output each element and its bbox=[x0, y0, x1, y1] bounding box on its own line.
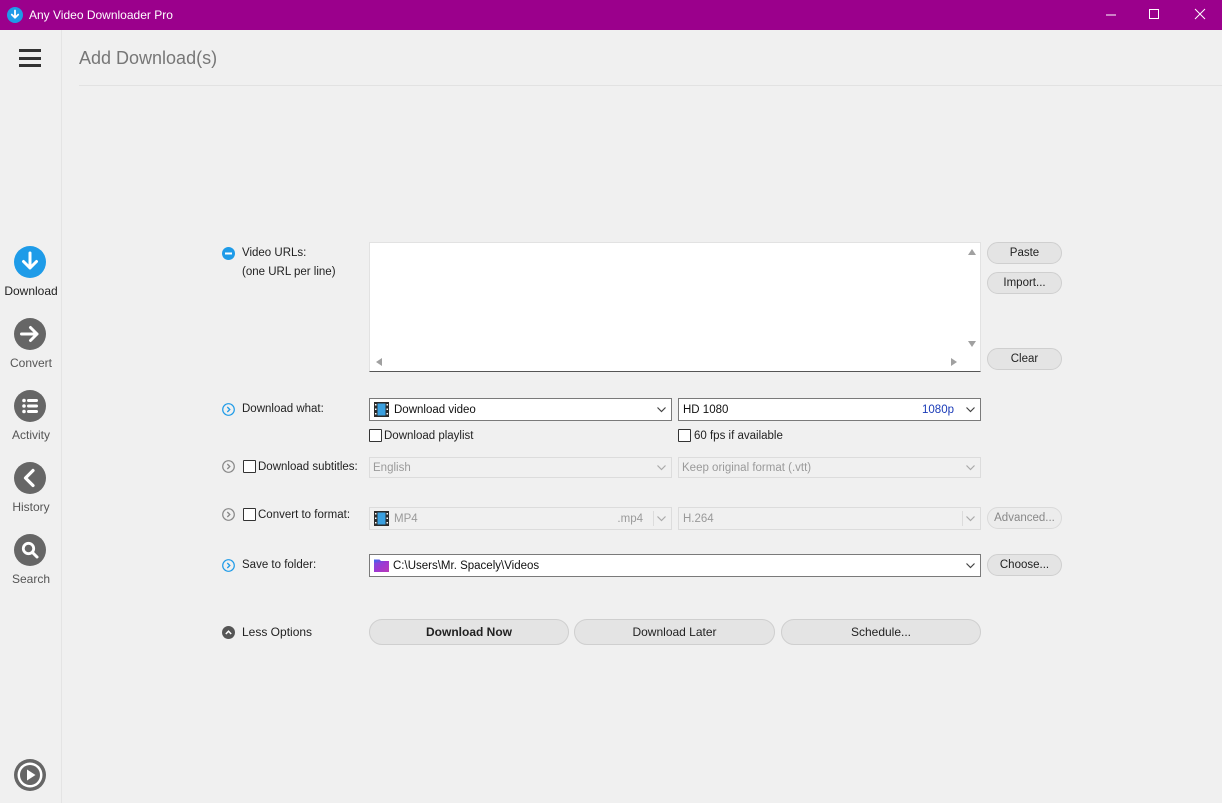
sidebar-item-label: Activity bbox=[11, 428, 50, 442]
close-icon bbox=[1194, 8, 1206, 20]
expand-icon[interactable] bbox=[222, 460, 235, 473]
subtitle-format-select[interactable]: Keep original format (.vtt) bbox=[678, 457, 981, 478]
sidebar-item-label: History bbox=[12, 500, 50, 514]
save-folder-path: C:\Users\Mr. Spacely\Videos bbox=[393, 560, 540, 572]
download-icon bbox=[14, 246, 46, 278]
folder-icon bbox=[374, 559, 389, 572]
sidebar-item-activity[interactable]: Activity bbox=[0, 390, 62, 450]
expand-icon[interactable] bbox=[222, 403, 235, 416]
combo-separator bbox=[653, 511, 654, 526]
sidebar-item-label: Download bbox=[4, 284, 58, 298]
vertical-scrollbar[interactable] bbox=[963, 243, 980, 355]
codec-select[interactable]: H.264 bbox=[678, 507, 981, 530]
subtitle-language-select[interactable]: English bbox=[369, 457, 672, 478]
download-later-button[interactable]: Download Later bbox=[574, 619, 775, 645]
scroll-up-icon[interactable] bbox=[968, 249, 976, 255]
collapse-icon[interactable] bbox=[222, 247, 235, 260]
subtitle-format-value: Keep original format (.vtt) bbox=[682, 462, 812, 474]
chevron-down-icon bbox=[657, 516, 666, 522]
download-what-label: Download what: bbox=[242, 403, 324, 415]
schedule-button[interactable]: Schedule... bbox=[781, 619, 981, 645]
paste-button[interactable]: Paste bbox=[987, 242, 1062, 264]
sidebar: Download Convert Activity History Search bbox=[0, 30, 62, 803]
convert-label: Convert to format: bbox=[258, 509, 351, 521]
chevron-down-icon bbox=[657, 407, 666, 413]
close-button[interactable] bbox=[1176, 0, 1222, 30]
title-bar: Any Video Downloader Pro bbox=[0, 0, 1222, 30]
download-type-select[interactable]: Download video bbox=[369, 398, 672, 421]
download-playlist-checkbox[interactable] bbox=[369, 429, 382, 442]
sidebar-item-download[interactable]: Download bbox=[0, 246, 62, 306]
fps-label: 60 fps if available bbox=[694, 430, 783, 442]
convert-format-ext: .mp4 bbox=[617, 513, 643, 525]
list-icon bbox=[14, 390, 46, 422]
minimize-button[interactable] bbox=[1088, 0, 1134, 30]
video-urls-input[interactable] bbox=[370, 243, 963, 355]
chevron-down-icon bbox=[657, 465, 666, 471]
arrow-left-icon bbox=[14, 462, 46, 494]
clear-button[interactable]: Clear bbox=[987, 348, 1062, 370]
sidebar-item-label: Convert bbox=[9, 356, 53, 370]
video-urls-label: Video URLs: bbox=[242, 247, 307, 259]
less-options-link[interactable]: Less Options bbox=[242, 625, 312, 639]
arrow-right-icon bbox=[14, 318, 46, 350]
video-urls-textarea bbox=[369, 242, 981, 372]
maximize-icon bbox=[1149, 9, 1159, 19]
chevron-down-icon bbox=[966, 407, 975, 413]
minimize-icon bbox=[1106, 14, 1116, 16]
chevron-down-icon bbox=[966, 563, 975, 569]
quality-value: HD 1080 bbox=[683, 404, 729, 416]
convert-checkbox[interactable] bbox=[243, 508, 256, 521]
film-icon bbox=[374, 402, 389, 417]
expand-icon[interactable] bbox=[222, 508, 235, 521]
video-urls-sublabel: (one URL per line) bbox=[242, 266, 336, 278]
subtitles-label: Download subtitles: bbox=[258, 461, 358, 473]
fps-checkbox[interactable] bbox=[678, 429, 691, 442]
save-folder-label: Save to folder: bbox=[242, 559, 317, 571]
chevron-down-icon bbox=[966, 465, 975, 471]
sidebar-item-convert[interactable]: Convert bbox=[0, 318, 62, 378]
sidebar-item-history[interactable]: History bbox=[0, 462, 62, 522]
sidebar-item-label: Search bbox=[11, 572, 51, 586]
save-folder-select[interactable]: C:\Users\Mr. Spacely\Videos bbox=[369, 554, 981, 577]
subtitle-language-value: English bbox=[373, 462, 411, 474]
quality-tag: 1080p bbox=[922, 404, 954, 416]
scroll-right-icon[interactable] bbox=[951, 358, 957, 366]
scroll-down-icon[interactable] bbox=[968, 341, 976, 347]
maximize-button[interactable] bbox=[1131, 0, 1177, 30]
chevron-down-icon bbox=[966, 516, 975, 522]
codec-value: H.264 bbox=[683, 513, 714, 525]
download-now-button[interactable]: Download Now bbox=[369, 619, 569, 645]
app-logo-icon bbox=[7, 7, 23, 23]
page-title: Add Download(s) bbox=[79, 48, 218, 68]
convert-format-value: MP4 bbox=[394, 513, 418, 525]
search-icon bbox=[14, 534, 46, 566]
horizontal-scrollbar[interactable] bbox=[370, 354, 964, 371]
choose-folder-button[interactable]: Choose... bbox=[987, 554, 1062, 576]
film-icon bbox=[374, 511, 389, 526]
scroll-left-icon[interactable] bbox=[376, 358, 382, 366]
quality-select[interactable]: HD 1080 1080p bbox=[678, 398, 981, 421]
header-divider bbox=[79, 85, 1222, 86]
hamburger-menu-icon[interactable] bbox=[19, 49, 41, 67]
subtitles-checkbox[interactable] bbox=[243, 460, 256, 473]
play-icon[interactable] bbox=[14, 759, 46, 791]
convert-format-select[interactable]: MP4 .mp4 bbox=[369, 507, 672, 530]
window-title: Any Video Downloader Pro bbox=[29, 8, 173, 22]
advanced-button[interactable]: Advanced... bbox=[987, 507, 1062, 529]
expand-icon[interactable] bbox=[222, 559, 235, 572]
download-type-value: Download video bbox=[394, 404, 476, 416]
combo-separator bbox=[962, 511, 963, 526]
import-button[interactable]: Import... bbox=[987, 272, 1062, 294]
sidebar-item-search[interactable]: Search bbox=[0, 534, 62, 594]
download-playlist-label: Download playlist bbox=[384, 430, 474, 442]
chevron-up-icon[interactable] bbox=[222, 626, 235, 639]
